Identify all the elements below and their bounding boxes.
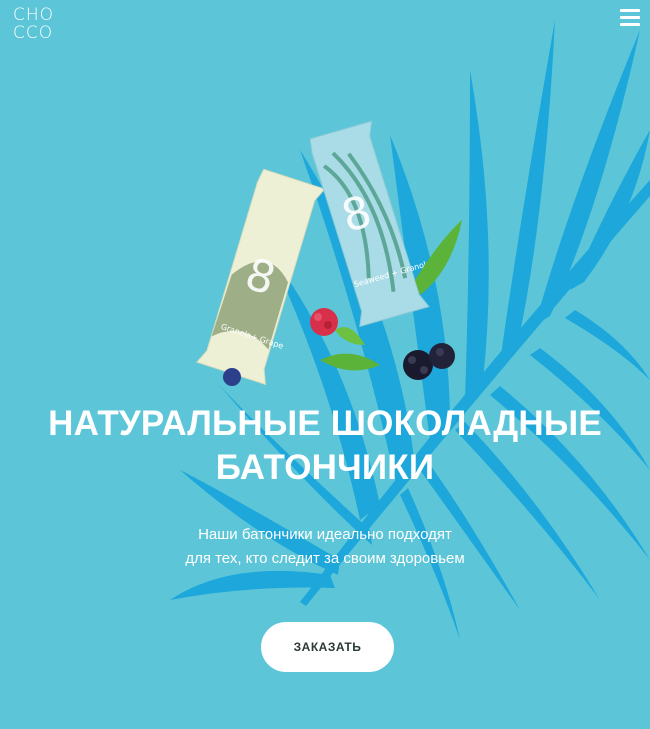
hero-subtitle: Наши батончики идеально подходят для тех… [0,523,650,571]
hero-title-line-2: БАТОНЧИКИ [215,448,435,487]
blackberry [403,343,455,380]
mint-leaf [320,353,380,371]
logo-line-1: CHO [13,5,55,25]
mint-leaf [335,327,365,345]
logo[interactable]: CHO CCO [13,6,54,42]
mint-leaf [415,220,462,295]
raspberry [310,308,338,336]
blueberry [223,368,241,386]
menu-line [620,9,640,12]
hero-section: CHO CCO 8 Granola+ Grape 8 Seaweed + Gra… [0,0,650,729]
logo-line-2: CCO [13,23,54,43]
granola-bar-cream: 8 Granola+ Grape [196,168,326,386]
menu-line [620,23,640,26]
hero-title-line-1: НАТУРАЛЬНЫЕ ШОКОЛАДНЫЕ [48,404,602,443]
granola-bar-blue: 8 Seaweed + Granola [309,120,432,328]
hero-title: НАТУРАЛЬНЫЕ ШОКОЛАДНЫЕ БАТОНЧИКИ [0,402,650,490]
hamburger-menu-icon[interactable] [620,9,640,27]
menu-line [620,16,640,19]
product-image: 8 Granola+ Grape 8 Seaweed + Granola [196,120,462,386]
hero-subtitle-line-1: Наши батончики идеально подходят [198,526,452,543]
order-button[interactable]: ЗАКАЗАТЬ [261,622,394,672]
hero-subtitle-line-2: для тех, кто следит за своим здоровьем [185,550,465,567]
